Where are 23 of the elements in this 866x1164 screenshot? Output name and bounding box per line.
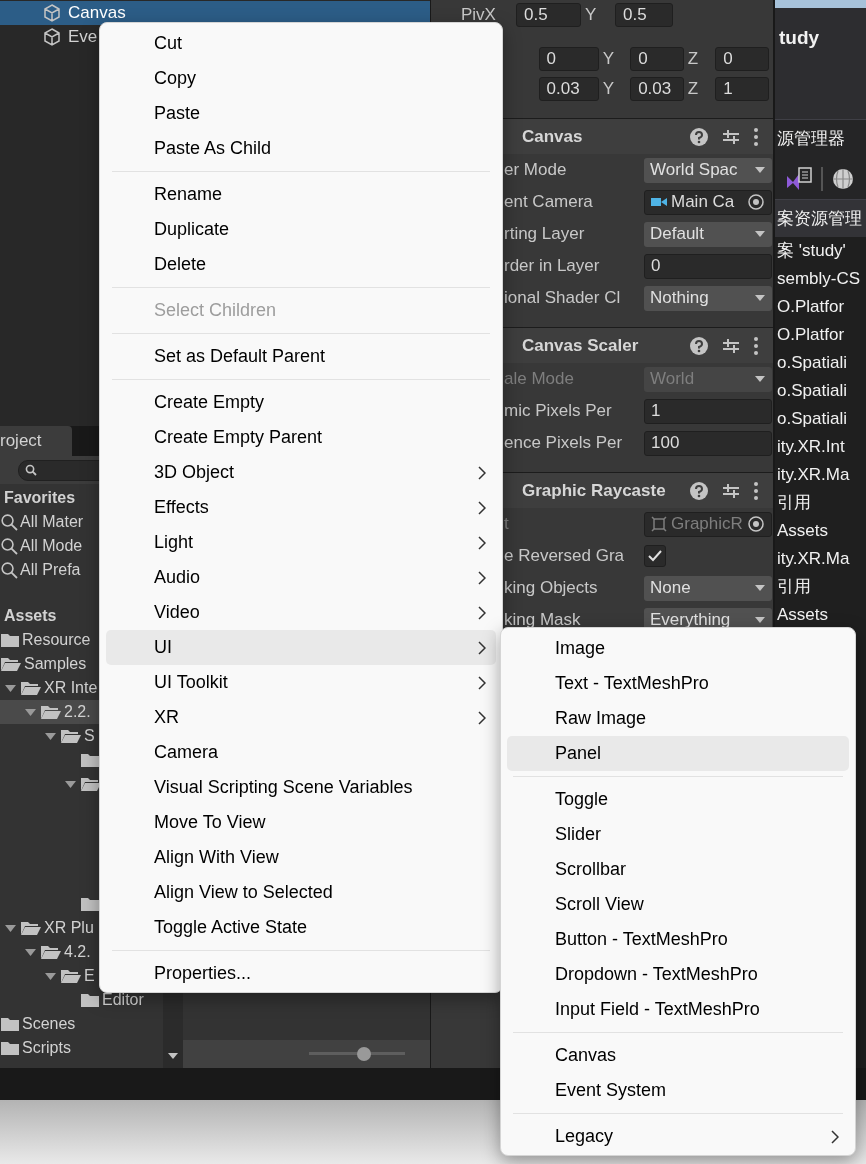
field-label: king Mask — [504, 609, 582, 632]
component-title: Canvas Scaler — [522, 334, 640, 357]
field-label: mic Pixels Per — [504, 400, 613, 423]
field-label: Z — [687, 48, 700, 71]
field-label: ent Camera — [504, 191, 594, 214]
component-title: Canvas — [522, 125, 584, 148]
field-label: Y — [602, 78, 616, 101]
field-label: rder in Layer — [504, 255, 601, 278]
field-label: t — [504, 513, 510, 536]
field-label: Y — [602, 48, 616, 71]
field-label: Z — [687, 78, 700, 101]
component-title: Graphic Raycaste — [522, 479, 667, 502]
field-label: PivX — [461, 4, 497, 27]
field-label: ional Shader Cl — [504, 287, 622, 310]
field-label: er Mode — [504, 159, 568, 182]
field-label: ale Mode — [504, 368, 575, 391]
field-label: Y — [585, 4, 598, 27]
panel-header: 案资源管理 — [777, 209, 862, 228]
field-label: e Reversed Gra — [504, 545, 625, 568]
field-label: king Objects — [504, 577, 599, 600]
field-label: rting Layer — [504, 223, 586, 246]
project-title: tudy — [779, 27, 820, 48]
field-label: ence Pixels Per — [504, 432, 624, 455]
